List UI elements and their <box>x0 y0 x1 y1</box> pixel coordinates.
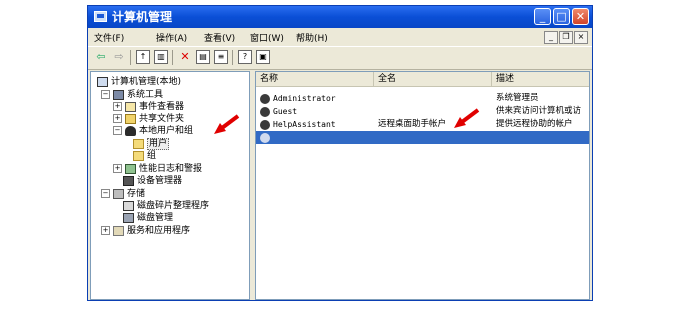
red-arrow-icon <box>214 114 240 134</box>
red-arrow-icon <box>454 108 480 128</box>
annotation-layer <box>214 108 480 134</box>
